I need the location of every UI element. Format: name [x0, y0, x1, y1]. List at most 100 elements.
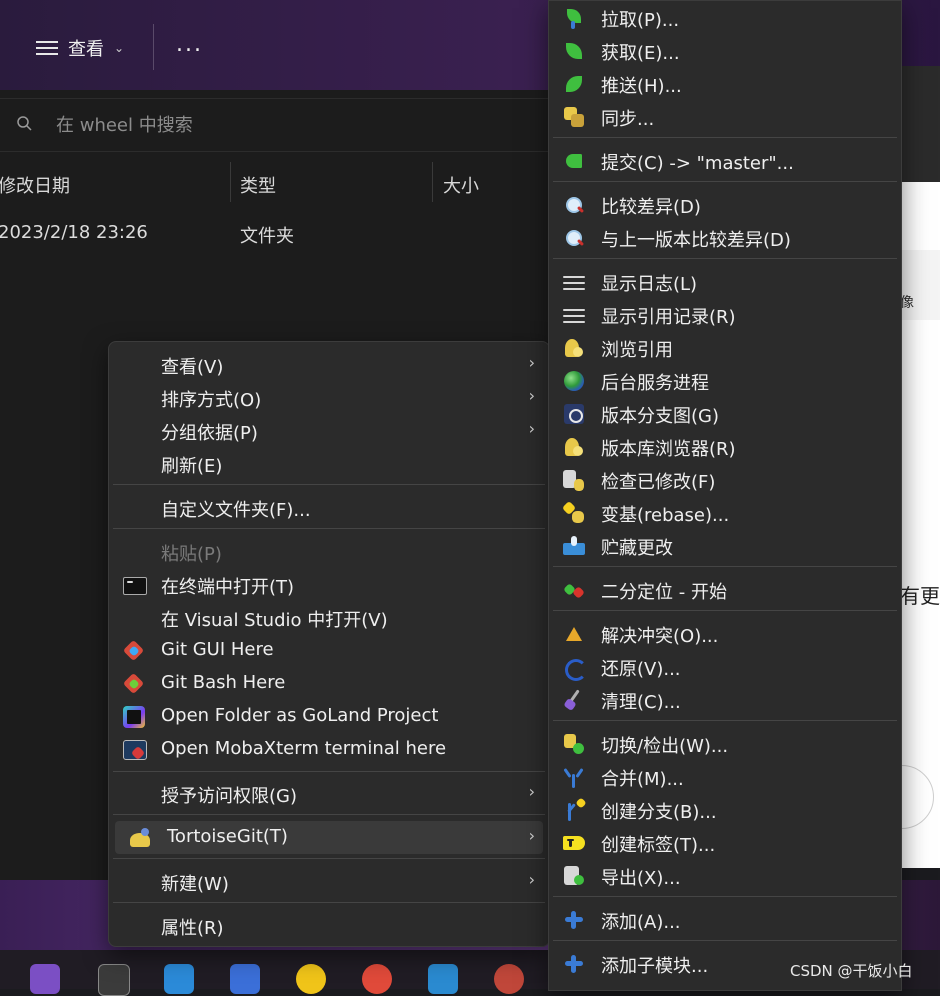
background-window-header [900, 66, 940, 182]
menu-item-stash[interactable]: 贮藏更改 [549, 529, 901, 562]
menu-item-browse-refs[interactable]: 浏览引用 [549, 331, 901, 364]
column-header-size[interactable]: 大小 [443, 172, 479, 198]
menu-item-customize-folder[interactable]: 自定义文件夹(F)... [109, 491, 549, 524]
menu-item-rebase[interactable]: 变基(rebase)... [549, 496, 901, 529]
menu-item-label: 二分定位 - 开始 [601, 582, 727, 603]
menu-item-revision-graph[interactable]: 版本分支图(G) [549, 397, 901, 430]
search-input[interactable] [54, 109, 518, 141]
menu-item-open-visual-studio[interactable]: 在 Visual Studio 中打开(V) [109, 601, 549, 634]
menu-item-switch-checkout[interactable]: 切换/检出(W)... [549, 727, 901, 760]
menu-item-grant-access[interactable]: 授予访问权限(G) › [109, 777, 549, 810]
menu-item-pull[interactable]: 拉取(P)... [549, 1, 901, 34]
menu-item-new[interactable]: 新建(W) › [109, 865, 549, 898]
menu-item-diff[interactable]: 比较差异(D) [549, 188, 901, 221]
column-divider[interactable] [230, 162, 231, 202]
vscode-taskbar-icon[interactable] [164, 964, 194, 994]
menu-item-sort[interactable]: 排序方式(O) › [109, 381, 549, 414]
menu-item-resolve[interactable]: 解决冲突(O)... [549, 617, 901, 650]
menu-item-sync[interactable]: 同步... [549, 100, 901, 133]
menu-item-paste[interactable]: 粘贴(P) [109, 535, 549, 568]
menu-item-label: 切换/检出(W)... [601, 736, 729, 757]
chevron-right-icon: › [528, 870, 535, 889]
menu-item-label: 分组依据(P) [161, 423, 258, 444]
menu-item-label: Git GUI Here [161, 639, 274, 660]
menu-item-check-modifications[interactable]: 检查已修改(F) [549, 463, 901, 496]
menu-item-reflog[interactable]: 显示引用记录(R) [549, 298, 901, 331]
menu-item-add[interactable]: 添加(A)... [549, 903, 901, 936]
menu-item-label: 显示引用记录(R) [601, 307, 736, 328]
menu-item-properties[interactable]: 属性(R) [109, 909, 549, 942]
menu-item-label: 显示日志(L) [601, 274, 698, 295]
app-taskbar-icon[interactable] [428, 964, 458, 994]
menu-item-commit[interactable]: 提交(C) -> "master"... [549, 144, 901, 177]
chrome-taskbar-icon[interactable] [362, 964, 392, 994]
menu-item-revert[interactable]: 还原(V)... [549, 650, 901, 683]
menu-item-diff-previous[interactable]: 与上一版本比较差异(D) [549, 221, 901, 254]
menu-item-label: 查看(V) [161, 357, 224, 378]
menu-separator [553, 258, 897, 259]
column-divider[interactable] [432, 162, 433, 202]
menu-item-export[interactable]: 导出(X)... [549, 859, 901, 892]
menu-item-label: 浏览引用 [601, 340, 673, 361]
explorer-toolbar: 查看 ⌄ ... [0, 0, 548, 90]
menu-item-label: Git Bash Here [161, 672, 286, 693]
menu-item-tortoisegit[interactable]: TortoiseGit(T) › [115, 821, 543, 854]
menu-item-bisect-start[interactable]: 二分定位 - 开始 [549, 573, 901, 606]
menu-item-view[interactable]: 查看(V) › [109, 348, 549, 381]
more-options-button[interactable]: ... [176, 32, 203, 57]
plus-icon [563, 909, 585, 931]
menu-item-mobaxterm[interactable]: Open MobaXterm terminal here [109, 733, 549, 766]
reflog-icon [563, 304, 585, 326]
menu-separator [553, 896, 897, 897]
menu-separator [113, 902, 545, 903]
menu-item-create-tag[interactable]: 创建标签(T)... [549, 826, 901, 859]
terminal-icon [123, 574, 147, 596]
menu-item-cleanup[interactable]: 清理(C)... [549, 683, 901, 716]
column-header-date[interactable]: 修改日期 [0, 172, 70, 198]
tortoisegit-icon [129, 827, 151, 849]
menu-item-group[interactable]: 分组依据(P) › [109, 414, 549, 447]
chevron-right-icon: › [528, 386, 535, 405]
view-button-label: 查看 [68, 39, 104, 60]
terminal-taskbar-icon[interactable] [98, 964, 130, 996]
menu-item-label: 创建标签(T)... [601, 835, 716, 856]
menu-item-refresh[interactable]: 刷新(E) [109, 447, 549, 480]
menu-item-show-log[interactable]: 显示日志(L) [549, 265, 901, 298]
menu-item-goland[interactable]: Open Folder as GoLand Project [109, 700, 549, 733]
refs-icon [563, 337, 585, 359]
warning-icon [563, 623, 585, 645]
menu-item-fetch[interactable]: 获取(E)... [549, 34, 901, 67]
broom-icon [563, 689, 585, 712]
menu-item-label: 清理(C)... [601, 692, 681, 713]
menu-separator [113, 484, 545, 485]
menu-item-git-gui[interactable]: Git GUI Here [109, 634, 549, 667]
rebase-icon [561, 500, 585, 524]
column-header-type[interactable]: 类型 [240, 172, 276, 198]
menu-item-label: 添加(A)... [601, 912, 681, 933]
menu-item-daemon[interactable]: 后台服务进程 [549, 364, 901, 397]
menu-item-open-terminal[interactable]: 在终端中打开(T) [109, 568, 549, 601]
app-taskbar-icon[interactable] [494, 964, 524, 994]
menu-item-label: Open MobaXterm terminal here [161, 738, 447, 759]
git-gui-icon [122, 639, 145, 662]
menu-item-push[interactable]: 推送(H)... [549, 67, 901, 100]
search-bar [0, 98, 548, 152]
menu-item-label: 变基(rebase)... [601, 505, 730, 526]
git-bash-icon [122, 672, 145, 695]
menu-item-create-branch[interactable]: 创建分支(B)... [549, 793, 901, 826]
menu-item-merge[interactable]: 合并(M)... [549, 760, 901, 793]
visual-studio-taskbar-icon[interactable] [30, 964, 60, 994]
menu-item-label: Open Folder as GoLand Project [161, 705, 439, 726]
app-taskbar-icon[interactable] [296, 964, 326, 994]
view-button[interactable]: 查看 ⌄ [36, 34, 124, 62]
menu-item-git-bash[interactable]: Git Bash Here [109, 667, 549, 700]
menu-item-label: 版本库浏览器(R) [601, 439, 736, 460]
menu-item-repo-browser[interactable]: 版本库浏览器(R) [549, 430, 901, 463]
menu-separator [553, 610, 897, 611]
goland-icon [123, 706, 145, 728]
commit-icon [563, 150, 585, 172]
powershell-taskbar-icon[interactable] [230, 964, 260, 994]
merge-icon [563, 766, 585, 788]
menu-separator [553, 181, 897, 182]
menu-item-label: 导出(X)... [601, 868, 681, 889]
